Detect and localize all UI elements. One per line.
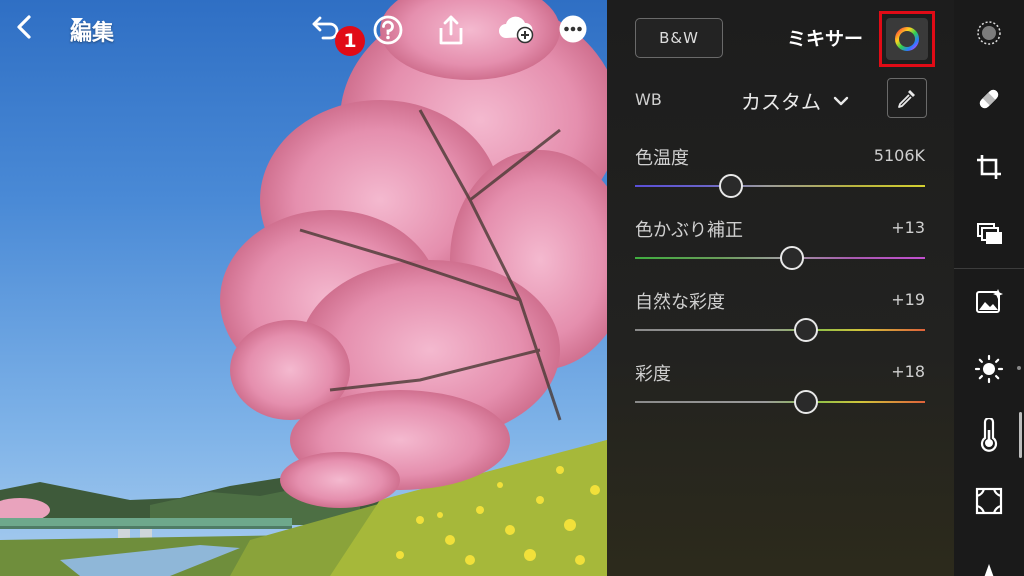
slider-value: +13 (891, 218, 925, 237)
light-tool[interactable] (954, 344, 1024, 394)
wb-preset-dropdown[interactable]: カスタム (741, 86, 849, 115)
slider-label: 色温度 (635, 148, 689, 169)
scroll-indicator-dot (1017, 366, 1021, 370)
slider-knob[interactable] (779, 246, 804, 270)
color-mixer-button-face (886, 18, 928, 60)
dropdown-icon (71, 18, 83, 25)
eyedropper-icon (898, 90, 915, 108)
crop-icon (977, 155, 1001, 179)
detail-icon (984, 564, 994, 576)
slider-value: 5106K (873, 146, 925, 165)
photo-canvas[interactable]: 編集 (0, 0, 607, 576)
edit-panel: B&W ミキサー WB カスタム 色温度 5106K 色かぶり補正 +13 自然… (607, 0, 954, 576)
slider-knob[interactable] (718, 174, 743, 198)
share-button[interactable] (436, 14, 470, 48)
slider-track[interactable] (635, 185, 925, 187)
scrollbar-thumb[interactable] (1019, 412, 1022, 458)
slider-label: 彩度 (635, 364, 671, 385)
cloud-add-icon (499, 16, 534, 44)
crop-tool[interactable] (954, 142, 1024, 192)
healing-icon (979, 89, 999, 109)
slider-label: 色かぶり補正 (635, 220, 743, 241)
slider-track[interactable] (635, 401, 925, 403)
wb-preset-value: カスタム (741, 90, 821, 114)
effects-icon (975, 487, 1003, 515)
temperature-slider[interactable]: 色温度 5106K (635, 144, 925, 204)
slider-track[interactable] (635, 329, 925, 331)
help-button[interactable] (372, 14, 406, 48)
cloud-add-button[interactable] (497, 14, 537, 48)
versions-icon (977, 223, 1002, 244)
color-tool[interactable] (954, 410, 1024, 460)
tool-divider (954, 268, 1024, 269)
edit-mode-dropdown[interactable]: 編集 (70, 16, 114, 46)
wb-label: WB (635, 90, 662, 109)
slider-value: +18 (891, 362, 925, 381)
detail-tool[interactable] (954, 540, 1024, 576)
back-button[interactable] (14, 14, 48, 48)
vibrance-slider[interactable]: 自然な彩度 +19 (635, 288, 925, 348)
auto-tool[interactable] (954, 276, 1024, 326)
tool-strip (954, 0, 1024, 576)
more-icon (559, 15, 587, 43)
presets-tool[interactable] (954, 8, 1024, 58)
saturation-slider[interactable]: 彩度 +18 (635, 360, 925, 420)
effects-tool[interactable] (954, 476, 1024, 526)
slider-knob[interactable] (794, 318, 819, 342)
help-icon (373, 15, 403, 45)
versions-tool[interactable] (954, 210, 1024, 260)
color-mixer-button[interactable] (879, 11, 935, 67)
more-button[interactable] (558, 14, 592, 48)
slider-label: 自然な彩度 (635, 292, 725, 313)
color-icon (980, 418, 998, 452)
color-wheel-icon (895, 27, 919, 51)
healing-tool[interactable] (954, 74, 1024, 124)
mixer-label: ミキサー (787, 28, 864, 50)
chevron-down-icon (833, 96, 849, 105)
step-number-badge: 1 (335, 26, 365, 56)
slider-knob[interactable] (794, 390, 819, 414)
auto-icon (976, 289, 1003, 313)
light-icon (974, 354, 1004, 384)
bw-button[interactable]: B&W (635, 18, 723, 58)
back-icon (17, 15, 31, 39)
photo-scene (0, 0, 607, 576)
tint-slider[interactable]: 色かぶり補正 +13 (635, 216, 925, 276)
eyedropper-button[interactable] (887, 78, 927, 118)
presets-icon (977, 21, 1001, 45)
slider-value: +19 (891, 290, 925, 309)
share-icon (439, 15, 463, 45)
